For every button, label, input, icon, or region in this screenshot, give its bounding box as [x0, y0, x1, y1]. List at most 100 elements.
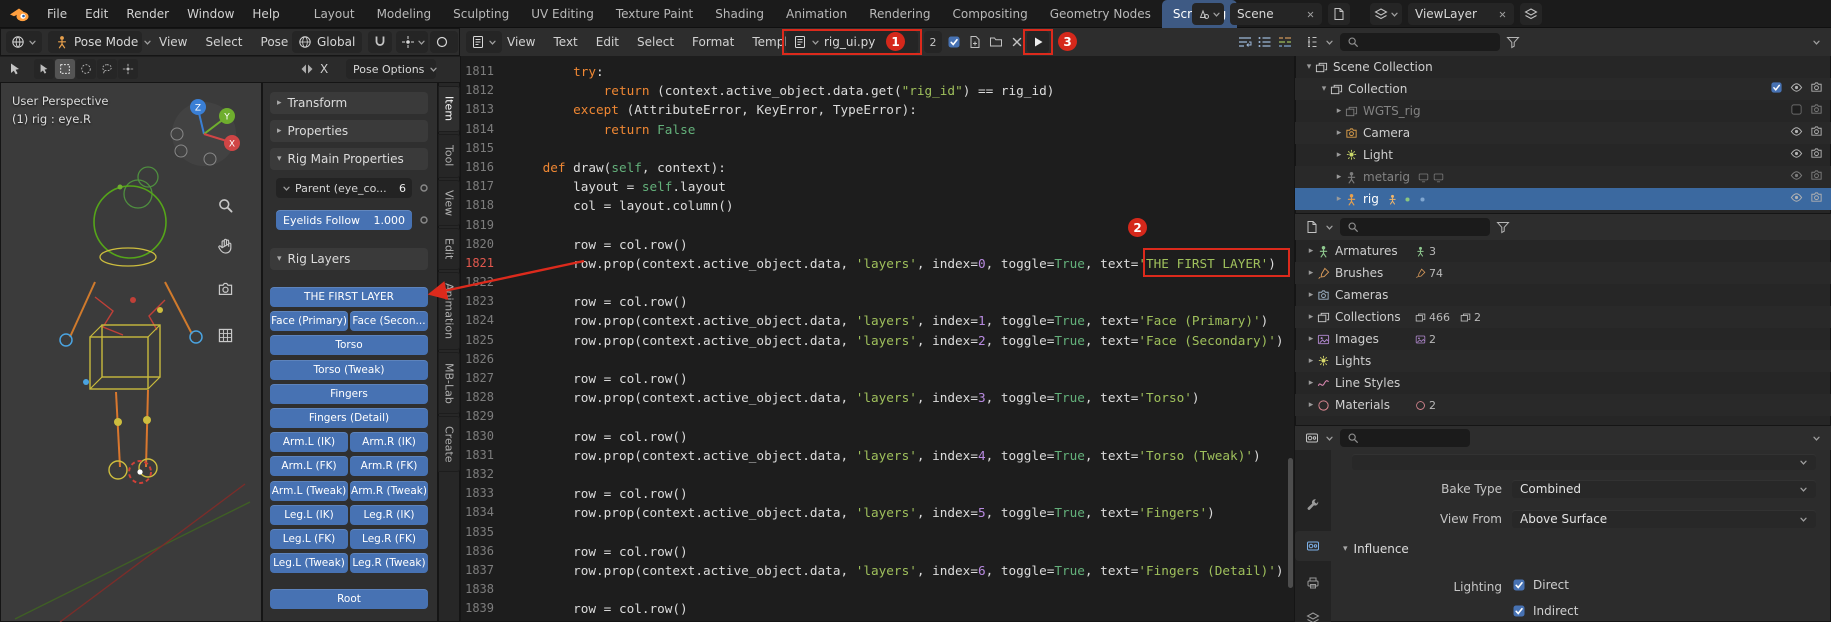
pose-options-dropdown[interactable]: Pose Options	[346, 59, 438, 79]
ortho-toggle-button[interactable]	[214, 324, 236, 346]
expand-icon[interactable]: ▾	[1303, 62, 1315, 72]
code-line[interactable]: return False	[512, 120, 1295, 139]
sidebar-tab-item[interactable]: Item	[438, 86, 460, 132]
transform-orientation-selector[interactable]: Global	[292, 31, 362, 53]
code-line[interactable]: row.prop(context.active_object.data, 'la…	[512, 561, 1295, 580]
toggle-camera-icon[interactable]	[1810, 191, 1823, 207]
rig-layer-button-arm-r-fk[interactable]: Arm.R (FK)	[350, 456, 428, 476]
panel-rig-layers[interactable]: ▾ Rig Layers	[270, 248, 428, 270]
expand-icon[interactable]: ▸	[1333, 128, 1345, 138]
blend-data-search[interactable]	[1340, 218, 1490, 236]
properties-editor-icon[interactable]	[1305, 431, 1319, 445]
rig-layer-button-leg-r-tweak[interactable]: Leg.R (Tweak)	[350, 553, 428, 573]
outliner-row-scene-collection[interactable]: ▾ Scene Collection	[1295, 56, 1831, 78]
blend-data-row-materials[interactable]: ▸ Materials 2	[1295, 394, 1831, 416]
browse-viewlayer-button[interactable]	[1370, 3, 1402, 25]
run-script-button[interactable]	[1027, 31, 1049, 53]
outliner-editor-icon[interactable]	[1305, 35, 1319, 49]
tab-viewlayer-properties[interactable]	[1295, 603, 1331, 622]
sidebar-tab-view[interactable]: View	[438, 180, 460, 226]
new-text-button[interactable]	[966, 33, 984, 51]
search-input[interactable]	[1365, 36, 1475, 48]
menu-help[interactable]: Help	[243, 0, 288, 28]
rig-layer-button-leg-r-fk[interactable]: Leg.R (FK)	[350, 529, 428, 549]
snap-toggle-button[interactable]	[368, 31, 392, 53]
rig-layer-button-torso[interactable]: Torso	[270, 335, 428, 355]
code-area[interactable]: 1811 1812 1813 1814 1815 1816 1817 1818 1819 1820…	[460, 56, 1295, 622]
text-menu-text[interactable]: Text	[544, 28, 586, 56]
panel-properties[interactable]: ▸ Properties	[270, 120, 428, 142]
code-line[interactable]: row = col.row()	[512, 599, 1295, 618]
parent-dropdown[interactable]: Parent (eye_co... 6	[276, 178, 412, 198]
viewlayer-add-button[interactable]	[1520, 3, 1542, 25]
viewlayer-selector[interactable]: ViewLayer	[1408, 3, 1514, 25]
chevron-down-icon[interactable]	[1325, 38, 1334, 47]
expand-icon[interactable]: ▸	[1333, 172, 1345, 182]
chevron-down-icon[interactable]	[1812, 434, 1821, 443]
expand-icon[interactable]: ▸	[1305, 290, 1317, 300]
blend-data-row-brushes[interactable]: ▸ Brushes 74	[1295, 262, 1831, 284]
text-menu-view[interactable]: View	[498, 28, 544, 56]
rig-layer-root-button[interactable]: Root	[270, 589, 428, 609]
blend-data-row-line-styles[interactable]: ▸ Line Styles	[1295, 372, 1831, 394]
select-box-button[interactable]	[55, 59, 75, 79]
scene-selector[interactable]: Scene	[1230, 3, 1322, 25]
select-tweak-button[interactable]	[34, 59, 54, 79]
code-line[interactable]: row.prop(context.active_object.data, 'la…	[512, 618, 1295, 622]
outliner-row-collection[interactable]: ▾ Collection	[1295, 78, 1831, 100]
rig-layer-button-arm-l-fk[interactable]: Arm.L (FK)	[270, 456, 348, 476]
chevron-down-icon[interactable]	[1325, 223, 1334, 232]
menu-render[interactable]: Render	[117, 0, 178, 28]
workspace-tab-rendering[interactable]: Rendering	[858, 0, 941, 28]
blend-file-icon[interactable]	[1305, 220, 1319, 234]
rig-layer-button-fingers[interactable]: Fingers	[270, 384, 428, 404]
viewport-menu-select[interactable]: Select	[196, 28, 251, 56]
browse-scene-button[interactable]	[1192, 3, 1224, 25]
code-line[interactable]	[512, 523, 1295, 542]
toggle-camera-icon[interactable]	[1810, 103, 1823, 119]
toggle-eye-icon[interactable]	[1790, 191, 1803, 207]
rig-layer-button-the-first-layer[interactable]: THE FIRST LAYER	[270, 287, 428, 307]
active-tool-icon[interactable]	[8, 62, 22, 76]
rig-layer-button-arm-r-tweak[interactable]: Arm.R (Tweak)	[350, 481, 428, 501]
chevron-down-icon[interactable]	[1325, 434, 1334, 443]
rig-layer-button-leg-l-fk[interactable]: Leg.L (FK)	[270, 529, 348, 549]
outliner-row-camera[interactable]: ▸ Camera	[1295, 122, 1831, 144]
direct-checkbox[interactable]: Direct	[1512, 578, 1569, 592]
code-line[interactable]: return (context.active_object.data.get("…	[512, 81, 1295, 100]
decorator-icon[interactable]	[417, 181, 431, 195]
blend-data-row-lights[interactable]: ▸ Lights	[1295, 350, 1831, 372]
viewport-3d[interactable]: User Perspective (1) rig : eye.R Z Y X	[0, 82, 262, 622]
expand-icon[interactable]: ▸	[1305, 400, 1317, 410]
tab-output-properties[interactable]	[1295, 568, 1331, 598]
select-lasso-button[interactable]	[97, 59, 117, 79]
sidebar-tab-tool[interactable]: Tool	[438, 134, 460, 178]
code-line[interactable]: col = layout.column()	[512, 196, 1295, 215]
toggle-camera-icon[interactable]	[1810, 81, 1823, 97]
menu-file[interactable]: File	[38, 0, 76, 28]
cursor-tool-button[interactable]	[118, 59, 138, 79]
rig-layer-button-torso-tweak[interactable]: Torso (Tweak)	[270, 360, 428, 380]
toggle-camera-icon[interactable]	[1810, 125, 1823, 141]
code-line[interactable]: row.prop(context.active_object.data, 'la…	[512, 388, 1295, 407]
indirect-checkbox[interactable]: Indirect	[1512, 604, 1578, 618]
blend-data-row-armatures[interactable]: ▸ Armatures 3	[1295, 240, 1831, 262]
code-line[interactable]: row = col.row()	[512, 369, 1295, 388]
code-line[interactable]	[512, 216, 1295, 235]
expand-icon[interactable]: ▸	[1305, 246, 1317, 256]
rig-layer-button-leg-l-ik[interactable]: Leg.L (IK)	[270, 505, 348, 525]
rig-layer-button-leg-r-ik[interactable]: Leg.R (IK)	[350, 505, 428, 525]
sidebar-tab-edit[interactable]: Edit	[438, 228, 460, 270]
menu-edit[interactable]: Edit	[76, 0, 117, 28]
code-line[interactable]: row = col.row()	[512, 484, 1295, 503]
sidebar-tab-create[interactable]: Create	[438, 416, 460, 472]
rig-layer-button-face-secon[interactable]: Face (Secon...	[350, 311, 428, 331]
chevron-down-icon[interactable]	[1812, 38, 1821, 47]
select-circle-button[interactable]	[76, 59, 96, 79]
line-numbers-toggle[interactable]	[1256, 33, 1274, 51]
code-line[interactable]	[512, 580, 1295, 599]
expand-icon[interactable]: ▸	[1333, 194, 1345, 204]
editor-scrollbar[interactable]	[1288, 458, 1293, 588]
bake-type-dropdown[interactable]: Combined	[1512, 480, 1816, 498]
sidebar-tab-animation[interactable]: Animation	[438, 272, 460, 350]
